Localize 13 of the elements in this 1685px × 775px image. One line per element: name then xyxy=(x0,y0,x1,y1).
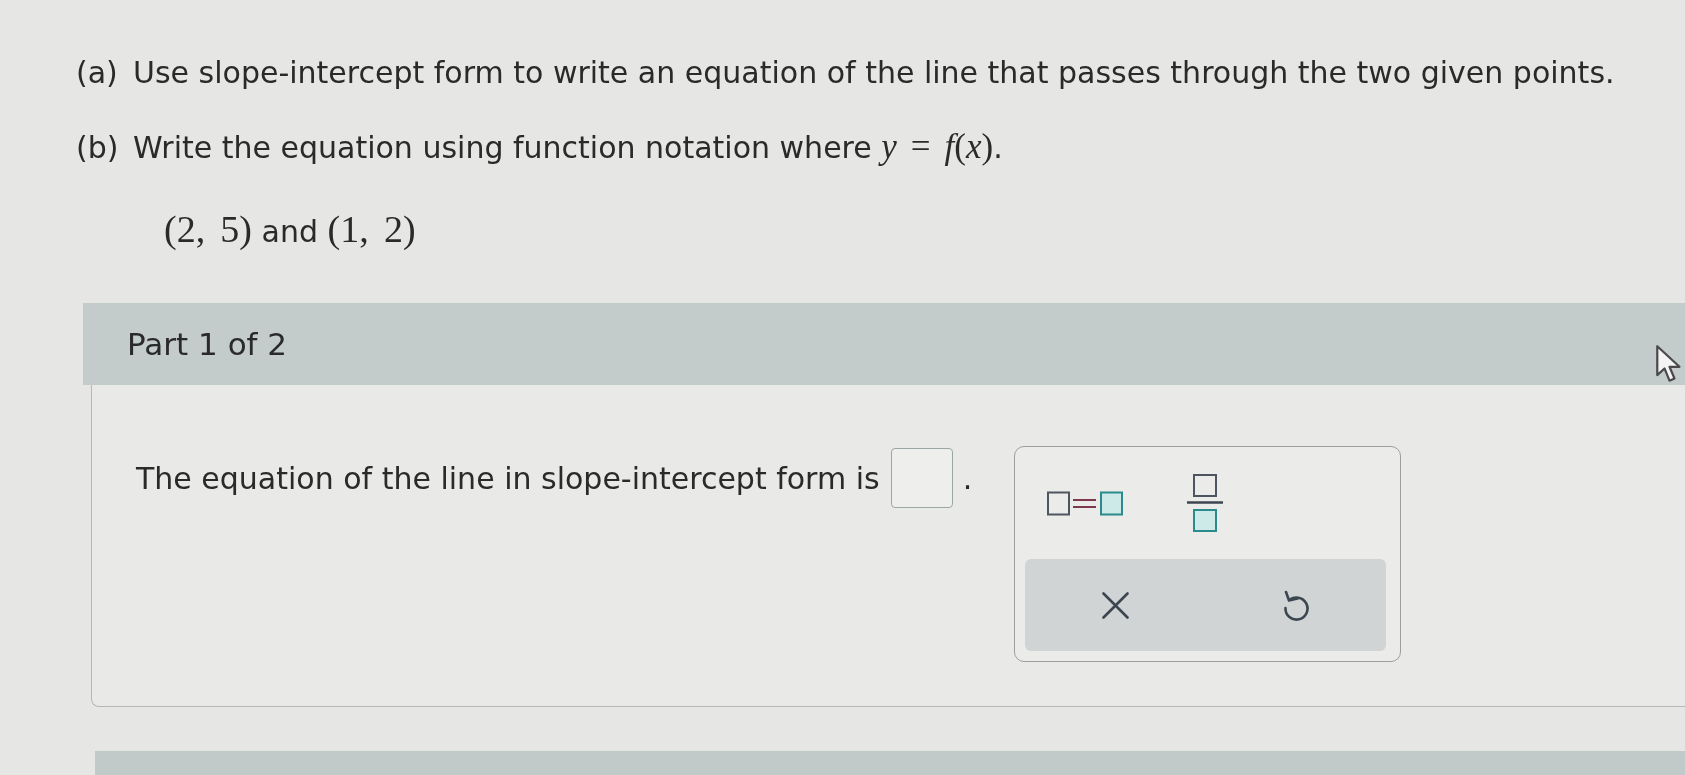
part-label: (b) xyxy=(76,129,120,166)
question-text: Use slope-intercept form to write an equation of the line that passes through the two given points. xyxy=(133,55,1615,91)
fraction-template-icon xyxy=(1187,474,1224,532)
question-text: Write the equation using function notation where y = f(x). xyxy=(133,129,1004,166)
cursor-icon xyxy=(1655,344,1684,384)
equation-template-icon xyxy=(1047,490,1124,516)
given-points-text: (2, 5) and (1, 2) xyxy=(164,207,416,252)
undo-icon xyxy=(1281,588,1310,622)
part-title: Part 1 of 2 xyxy=(127,326,288,362)
close-icon xyxy=(1101,591,1129,619)
punctuation-text: . xyxy=(962,460,973,496)
prompt-text: The equation of the line in slope-intercept form is xyxy=(136,460,880,496)
part-label: (a) xyxy=(76,55,119,91)
